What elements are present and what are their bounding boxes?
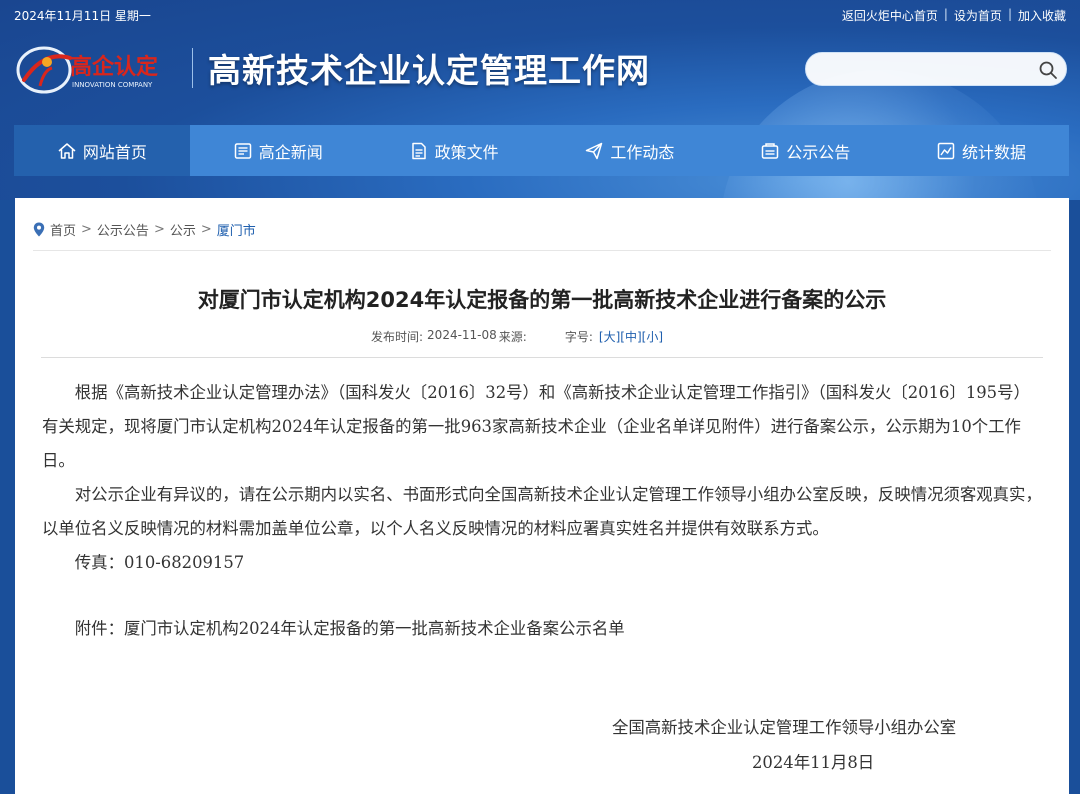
breadcrumb-arrow: >	[200, 222, 212, 237]
breadcrumb-notices[interactable]: 公示公告	[97, 220, 149, 239]
nav-label: 政策文件	[434, 142, 499, 162]
breadcrumb-arrow: >	[81, 222, 92, 237]
document-icon	[411, 142, 426, 159]
news-icon	[234, 142, 251, 159]
nav-item-statistics[interactable]: 统计数据	[893, 125, 1069, 176]
separator: |	[943, 7, 948, 21]
font-size-medium-button[interactable]: [中]	[620, 328, 641, 345]
font-size-large-button[interactable]: [大]	[599, 328, 620, 345]
add-favorite-link[interactable]: 加入收藏	[1018, 7, 1066, 24]
logo-subtext: INNOVATION COMPANY	[72, 81, 153, 89]
nav-item-work-updates[interactable]: 工作动态	[541, 125, 717, 176]
nav-label: 高企新闻	[258, 142, 323, 162]
signature-date: 2024年11月8日	[752, 753, 875, 772]
search-input[interactable]	[820, 58, 1030, 80]
meta-divider	[41, 357, 1043, 358]
nav-label: 网站首页	[82, 142, 147, 162]
paragraph: 根据《高新技术企业认定管理办法》（国科发火〔2016〕32号）和《高新技术企业认…	[42, 383, 1030, 470]
site-title: 高新技术企业认定管理工作网	[208, 51, 650, 90]
font-size-small-button[interactable]: [小]	[642, 328, 663, 345]
signature-office: 全国高新技术企业认定管理工作领导小组办公室	[612, 718, 957, 737]
search-icon[interactable]	[1038, 60, 1058, 80]
top-links: 返回火炬中心首页 | 设为首页 | 加入收藏	[842, 7, 1066, 24]
breadcrumb-divider	[33, 250, 1051, 251]
article-title: 对厦门市认定机构2024年认定报备的第一批高新技术企业进行备案的公示	[197, 288, 887, 312]
breadcrumb-arrow: >	[153, 222, 165, 237]
top-bar: 2024年11月11日 星期一 返回火炬中心首页 | 设为首页 | 加入收藏	[0, 0, 1080, 28]
main-navigation: 网站首页 高企新闻 政策文件 工作动态 公示公告 统计数据	[14, 125, 1069, 176]
publish-date: 2024-11-08	[427, 328, 497, 342]
article-body: 根据《高新技术企业认定管理办法》（国科发火〔2016〕32号）和《高新技术企业认…	[42, 376, 1042, 646]
publish-label: 发布时间:	[371, 330, 424, 344]
attachment-link[interactable]: 附件：厦门市认定机构2024年认定报备的第一批高新技术企业备案公示名单	[42, 612, 1042, 646]
separator: |	[1007, 7, 1012, 21]
breadcrumb-publicity[interactable]: 公示	[170, 220, 196, 239]
nav-label: 公示公告	[786, 142, 851, 162]
notice-icon	[761, 142, 779, 159]
search-box[interactable]	[805, 52, 1067, 86]
home-icon	[58, 142, 76, 159]
nav-item-news[interactable]: 高企新闻	[190, 125, 366, 176]
set-homepage-link[interactable]: 设为首页	[954, 7, 1002, 24]
nav-item-home[interactable]: 网站首页	[14, 125, 190, 176]
font-size-label: 字号:	[564, 330, 593, 344]
source-label: 来源:	[498, 330, 527, 344]
fax-line: 传真：010-68209157	[74, 553, 245, 572]
back-to-torch-home-link[interactable]: 返回火炬中心首页	[842, 7, 938, 24]
breadcrumb: 首页 > 公示公告 > 公示 > 厦门市	[33, 220, 256, 239]
logo-divider	[192, 48, 193, 88]
location-pin-icon	[33, 222, 45, 237]
main-content: 首页 > 公示公告 > 公示 > 厦门市 对厦门市认定机构2024年认定报备的第…	[15, 198, 1069, 794]
chart-icon	[937, 142, 955, 159]
logo-text: 高企认定	[70, 54, 158, 80]
nav-label: 工作动态	[610, 142, 675, 162]
nav-item-policy[interactable]: 政策文件	[366, 125, 542, 176]
article-meta: 发布时间: 2024-11-08 来源: 字号: [大] [中] [小]	[371, 328, 663, 345]
breadcrumb-xiamen[interactable]: 厦门市	[217, 220, 256, 239]
paragraph: 对公示企业有异议的，请在公示期内以实名、书面形式向全国高新技术企业认定管理工作领…	[42, 485, 1042, 538]
nav-label: 统计数据	[962, 142, 1027, 162]
breadcrumb-home[interactable]: 首页	[50, 220, 76, 239]
nav-item-notices[interactable]: 公示公告	[717, 125, 893, 176]
send-icon	[586, 142, 603, 159]
current-date: 2024年11月11日 星期一	[14, 9, 151, 23]
site-logo[interactable]: 高企认定 INNOVATION COMPANY	[14, 40, 180, 96]
